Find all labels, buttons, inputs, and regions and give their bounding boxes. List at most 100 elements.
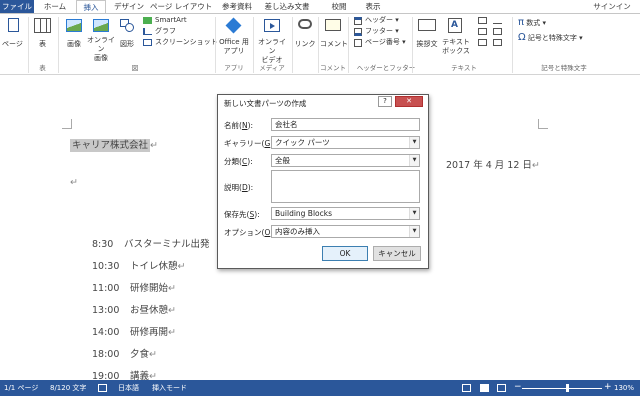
zoom-level[interactable]: 130% bbox=[614, 383, 634, 393]
tab-design[interactable]: デザイン bbox=[110, 0, 148, 13]
link-icon[interactable] bbox=[298, 19, 312, 29]
schedule-row[interactable]: 8:30 バスターミナル出発 bbox=[92, 236, 210, 250]
page-icon[interactable] bbox=[8, 18, 19, 32]
schedule-row[interactable]: 14:00 研修再開↵ bbox=[92, 324, 176, 338]
schedule-time: 14:00 bbox=[92, 327, 120, 338]
group-label-comment: コメント bbox=[320, 64, 346, 72]
page-number-button[interactable]: ページ番号 ▾ bbox=[365, 38, 406, 47]
separator bbox=[318, 17, 319, 73]
pages-button-label[interactable]: ページ bbox=[2, 40, 23, 49]
read-mode-icon[interactable] bbox=[462, 384, 471, 392]
help-button[interactable]: ? bbox=[378, 96, 392, 107]
tab-view[interactable]: 表示 bbox=[360, 0, 386, 13]
office-apps-icon[interactable] bbox=[225, 17, 242, 34]
table-icon[interactable] bbox=[34, 18, 51, 33]
schedule-item: バスターミナル出発 bbox=[124, 239, 210, 250]
online-picture-icon[interactable] bbox=[93, 19, 109, 32]
group-label-illustrations: 図 bbox=[131, 64, 139, 72]
group-label-symbols: 記号と特殊文字 bbox=[541, 64, 587, 72]
paragraph-mark: ↵ bbox=[168, 305, 176, 316]
paragraph-mark: ↵ bbox=[168, 283, 176, 294]
tab-home[interactable]: ホーム bbox=[38, 0, 72, 13]
signin-link[interactable]: サインイン bbox=[592, 0, 632, 13]
page-count[interactable]: 1/1 ページ bbox=[4, 383, 38, 393]
web-layout-icon[interactable] bbox=[497, 384, 506, 392]
name-label: 名前(N): bbox=[224, 121, 254, 130]
object-icon[interactable] bbox=[493, 39, 502, 46]
link-button-label[interactable]: リンク bbox=[294, 40, 316, 49]
tab-review[interactable]: 校閲 bbox=[326, 0, 352, 13]
proofing-icon[interactable] bbox=[98, 384, 107, 392]
shapes-button-label[interactable]: 図形 bbox=[118, 40, 136, 49]
language-indicator[interactable]: 日本語 bbox=[118, 383, 139, 393]
online-pictures-button-label[interactable]: オンライン 画像 bbox=[87, 36, 115, 63]
signature-icon[interactable] bbox=[493, 17, 502, 24]
smartart-button[interactable]: SmartArt bbox=[155, 16, 187, 25]
save-to-select[interactable]: Building Blocks ▼ bbox=[271, 207, 420, 220]
equation-button[interactable]: π 数式 ▾ bbox=[518, 18, 546, 28]
description-label: 説明(D): bbox=[224, 183, 254, 192]
gallery-label: ギャラリー(G): bbox=[224, 139, 276, 148]
zoom-slider-thumb[interactable] bbox=[566, 384, 569, 392]
table-button-label[interactable]: 表 bbox=[34, 40, 51, 49]
shapes-icon[interactable] bbox=[120, 19, 134, 32]
datetime-icon[interactable] bbox=[493, 28, 502, 35]
chart-icon bbox=[143, 28, 152, 35]
wordart-icon[interactable] bbox=[478, 28, 487, 35]
selected-text[interactable]: キャリア株式会社 bbox=[70, 139, 151, 152]
zoom-in-button[interactable]: + bbox=[604, 382, 612, 392]
options-select[interactable]: 内容のみ挿入 ▼ bbox=[271, 225, 420, 238]
date-text[interactable]: 2017 年 4 月 12 日↵ bbox=[446, 157, 540, 171]
schedule-row[interactable]: 10:30 トイレ休憩↵ bbox=[92, 258, 185, 272]
chart-button[interactable]: グラフ bbox=[155, 27, 176, 36]
schedule-time: 13:00 bbox=[92, 305, 120, 316]
cancel-button[interactable]: キャンセル bbox=[373, 246, 421, 261]
text-tool-icon[interactable] bbox=[478, 17, 487, 24]
insert-mode-indicator[interactable]: 挿入モード bbox=[152, 383, 187, 393]
category-select[interactable]: 全般 ▼ bbox=[271, 154, 420, 167]
dropcap-icon[interactable] bbox=[478, 39, 487, 46]
gallery-select[interactable]: クイック パーツ ▼ bbox=[271, 136, 420, 149]
online-video-button-label[interactable]: オンライン ビデオ bbox=[256, 38, 288, 65]
chevron-down-icon[interactable]: ▼ bbox=[409, 226, 419, 237]
ok-button[interactable]: OK bbox=[322, 246, 368, 261]
schedule-row[interactable]: 18:00 夕食↵ bbox=[92, 346, 157, 360]
separator bbox=[292, 17, 293, 73]
zoom-out-button[interactable]: − bbox=[514, 382, 522, 392]
schedule-time: 8:30 bbox=[92, 239, 114, 250]
tab-page-layout[interactable]: ページ レイアウト bbox=[150, 0, 212, 13]
dialog-titlebar[interactable]: 新しい文書パーツの作成 ? ✕ bbox=[218, 95, 428, 110]
close-button[interactable]: ✕ bbox=[395, 96, 423, 107]
schedule-row[interactable]: 13:00 お昼休憩↵ bbox=[92, 302, 176, 316]
quick-parts-icon[interactable] bbox=[418, 19, 436, 31]
chevron-down-icon[interactable]: ▼ bbox=[409, 137, 419, 148]
word-count[interactable]: 8/120 文字 bbox=[50, 383, 86, 393]
textbox-icon[interactable]: A bbox=[448, 18, 462, 33]
chevron-down-icon[interactable]: ▼ bbox=[409, 155, 419, 166]
office-apps-button-label[interactable]: Office 用 アプリ bbox=[217, 38, 251, 56]
comment-button-label[interactable]: コメント bbox=[320, 40, 348, 49]
tab-mailings[interactable]: 差し込み文書 bbox=[258, 0, 316, 13]
comment-icon[interactable] bbox=[325, 19, 341, 31]
company-name-text[interactable]: キャリア株式会社 ↵ bbox=[70, 137, 158, 152]
screenshot-button[interactable]: スクリーンショット bbox=[155, 38, 218, 47]
header-button[interactable]: ヘッダー ▾ bbox=[365, 16, 399, 25]
schedule-row[interactable]: 11:00 研修開始↵ bbox=[92, 280, 176, 294]
online-video-icon[interactable] bbox=[264, 19, 280, 32]
picture-icon[interactable] bbox=[66, 19, 82, 32]
name-input[interactable]: 会社名 bbox=[271, 118, 420, 131]
empty-paragraph[interactable]: ↵ bbox=[70, 177, 78, 188]
footer-button[interactable]: フッター ▾ bbox=[365, 27, 399, 36]
description-textarea[interactable] bbox=[271, 170, 420, 203]
tab-references[interactable]: 参考資料 bbox=[218, 0, 256, 13]
options-value: 内容のみ挿入 bbox=[275, 227, 320, 236]
pictures-button-label[interactable]: 画像 bbox=[62, 40, 86, 49]
tab-file[interactable]: ファイル bbox=[0, 0, 34, 13]
textbox-button-label[interactable]: テキスト ボックス bbox=[440, 38, 472, 56]
print-layout-icon[interactable] bbox=[480, 384, 489, 392]
symbol-button[interactable]: Ω 記号と特殊文字 ▾ bbox=[518, 33, 583, 43]
chevron-down-icon[interactable]: ▼ bbox=[409, 208, 419, 219]
zoom-slider[interactable] bbox=[522, 388, 602, 389]
quick-parts-button-label[interactable]: 挨拶文 bbox=[414, 40, 440, 49]
tab-insert[interactable]: 挿入 bbox=[76, 0, 106, 14]
